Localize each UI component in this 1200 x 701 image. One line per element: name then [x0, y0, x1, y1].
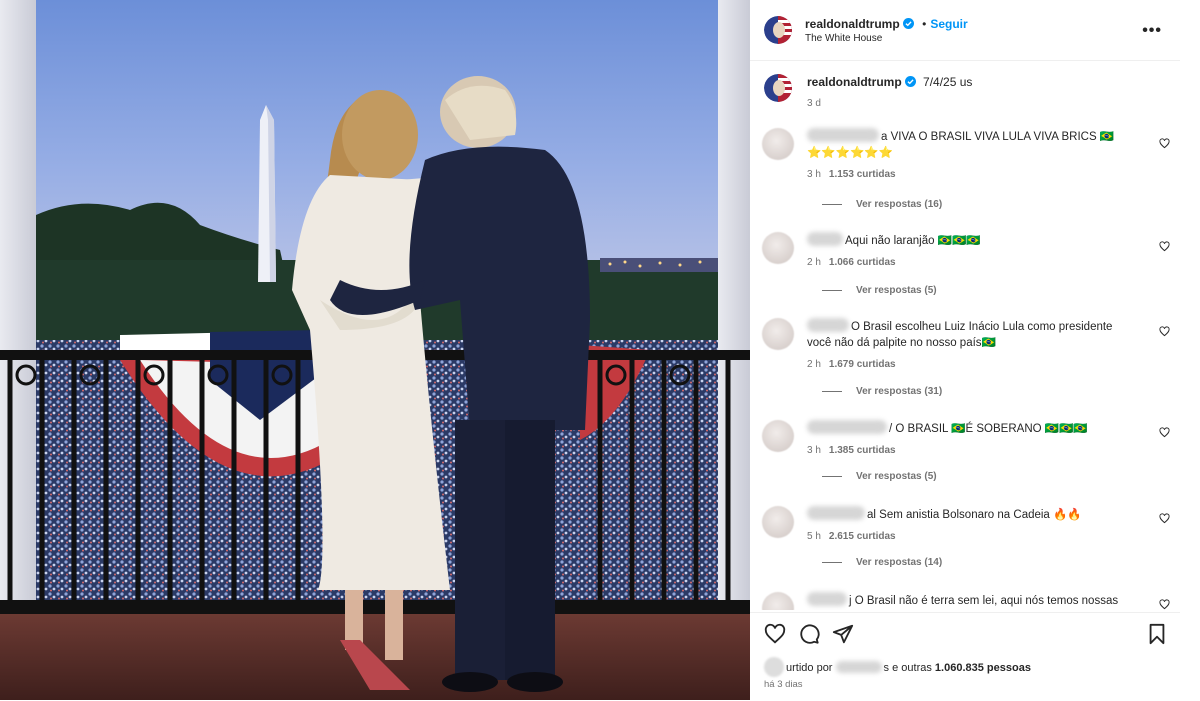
commenter-avatar[interactable] [762, 232, 794, 264]
caption-text: 7/4/25 us [923, 75, 973, 89]
replies-label: Ver respostas (14) [856, 557, 943, 568]
replies-label: Ver respostas (5) [856, 285, 937, 296]
blurred-username [807, 420, 887, 434]
comment-text-line2: ⭐⭐⭐⭐⭐⭐ [807, 147, 893, 159]
comment-text: / O BRASIL 🇧🇷É SOBERANO 🇧🇷🇧🇷🇧🇷 [889, 423, 1088, 435]
verified-badge-icon [904, 76, 916, 87]
author-avatar[interactable] [764, 16, 792, 44]
blurred-username [807, 128, 879, 142]
commenter-avatar[interactable] [762, 318, 794, 350]
view-replies-button[interactable]: Ver respostas (5) [822, 285, 937, 296]
comment-heart-icon[interactable] [1159, 241, 1170, 252]
liker-avatar [764, 657, 784, 677]
more-options-icon[interactable]: ••• [1142, 22, 1162, 40]
post-image [0, 0, 750, 700]
comment-item: O Brasil escolheu Luiz Inácio Lula como … [762, 310, 1174, 410]
replies-label: Ver respostas (5) [856, 471, 937, 482]
comment-item: j O Brasil não é terra sem lei, aqui nós… [762, 584, 1174, 610]
comment-likes[interactable]: 1.153 curtidas [829, 169, 896, 180]
comment-text: j O Brasil não é terra sem lei, aqui nós… [849, 595, 1119, 607]
comment-heart-icon[interactable] [1159, 138, 1170, 149]
comment-text: a VIVA O BRASIL VIVA LULA VIVA BRICS 🇧🇷 [881, 131, 1115, 143]
commenter-avatar[interactable] [762, 420, 794, 452]
comment-item: / O BRASIL 🇧🇷É SOBERANO 🇧🇷🇧🇷🇧🇷 3 h 1.385 … [762, 412, 1174, 492]
blurred-username [807, 232, 843, 246]
blurred-username [807, 318, 849, 332]
liked-count[interactable]: 1.060.835 pessoas [935, 662, 1031, 674]
comment-heart-icon[interactable] [1159, 427, 1170, 438]
comment-icon[interactable] [798, 623, 820, 645]
send-icon[interactable] [832, 623, 854, 645]
view-replies-button[interactable]: Ver respostas (14) [822, 557, 942, 568]
replies-line [822, 475, 842, 477]
separator-dot: • [922, 17, 927, 31]
commenter-avatar[interactable] [762, 506, 794, 538]
caption-age: 3 d [807, 98, 821, 109]
post-header: realdonaldtrump • Seguir The White House … [750, 0, 1180, 61]
comment-likes[interactable]: 2.615 curtidas [829, 531, 896, 542]
comment-item: Aqui não laranjão 🇧🇷🇧🇷🇧🇷 2 h 1.066 curtid… [762, 224, 1174, 304]
comment-time: 2 h [807, 359, 821, 370]
commenter-avatar[interactable] [762, 592, 794, 610]
post-date: há 3 dias [764, 679, 803, 690]
verified-badge-icon [902, 18, 914, 29]
replies-line [822, 390, 842, 392]
replies-label: Ver respostas (16) [856, 199, 943, 210]
heart-icon[interactable] [764, 623, 786, 645]
comment-text: al Sem anistia Bolsonaro na Cadeia 🔥🔥 [867, 509, 1082, 521]
post-photo[interactable] [0, 0, 750, 700]
blurred-username [807, 506, 865, 520]
blurred-liker-name [835, 661, 882, 673]
comment-likes[interactable]: 1.385 curtidas [829, 445, 896, 456]
replies-line [822, 203, 842, 205]
liked-prefix: urtido por [786, 662, 833, 674]
commenter-avatar[interactable] [762, 128, 794, 160]
comment-heart-icon[interactable] [1159, 599, 1170, 610]
comment-heart-icon[interactable] [1159, 513, 1170, 524]
liked-suffix: s e outras [883, 662, 932, 674]
comment-text: Aqui não laranjão 🇧🇷🇧🇷🇧🇷 [845, 235, 981, 247]
view-replies-button[interactable]: Ver respostas (16) [822, 199, 942, 210]
replies-line [822, 289, 842, 291]
comment-likes[interactable]: 1.066 curtidas [829, 257, 896, 268]
replies-label: Ver respostas (31) [856, 386, 943, 397]
instagram-post-view: realdonaldtrump • Seguir The White House … [0, 0, 1200, 700]
comment-likes[interactable]: 1.679 curtidas [829, 359, 896, 370]
caption-username[interactable]: realdonaldtrump [807, 75, 902, 89]
comment-time: 3 h [807, 445, 821, 456]
comment-item: al Sem anistia Bolsonaro na Cadeia 🔥🔥 5 … [762, 498, 1174, 578]
follow-button[interactable]: Seguir [930, 17, 967, 31]
scrollbar[interactable] [1180, 0, 1200, 700]
view-replies-button[interactable]: Ver respostas (31) [822, 386, 942, 397]
comments-list[interactable]: a VIVA O BRASIL VIVA LULA VIVA BRICS 🇧🇷 … [750, 120, 1180, 610]
post-side-panel: realdonaldtrump • Seguir The White House … [750, 0, 1200, 700]
caption-avatar[interactable] [764, 74, 792, 102]
liked-by-summary[interactable]: urtido por s e outras 1.060.835 pessoas [764, 657, 1031, 677]
replies-line [822, 561, 842, 563]
comment-text-line2: você não dá palpite no nosso país🇧🇷 [807, 337, 996, 349]
blurred-username [807, 592, 847, 606]
author-username[interactable]: realdonaldtrump [805, 17, 900, 31]
comment-time: 2 h [807, 257, 821, 268]
post-location[interactable]: The White House [805, 33, 882, 44]
comment-item: a VIVA O BRASIL VIVA LULA VIVA BRICS 🇧🇷 … [762, 120, 1174, 210]
comment-heart-icon[interactable] [1159, 326, 1170, 337]
comment-time: 5 h [807, 531, 821, 542]
comment-text: O Brasil escolheu Luiz Inácio Lula como … [851, 321, 1113, 333]
post-actions-footer: urtido por s e outras 1.060.835 pessoas … [750, 612, 1180, 701]
bookmark-icon[interactable] [1146, 623, 1168, 645]
comment-time: 3 h [807, 169, 821, 180]
view-replies-button[interactable]: Ver respostas (5) [822, 471, 937, 482]
